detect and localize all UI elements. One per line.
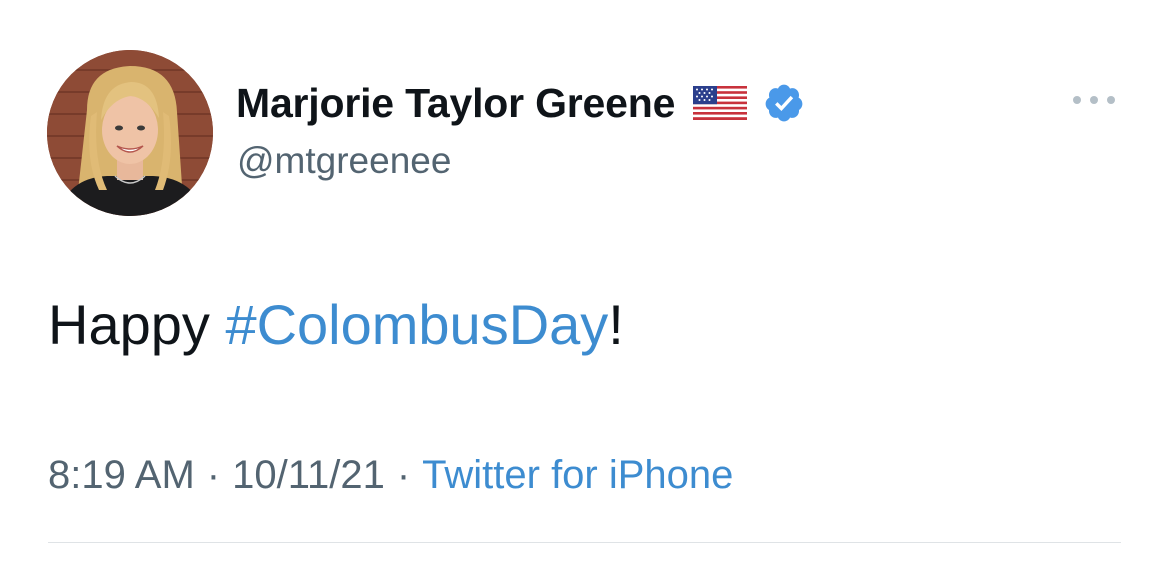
more-options-icon[interactable] [1068, 88, 1120, 112]
tweet-date[interactable]: 10/11/21 [232, 453, 385, 497]
author-name-row[interactable]: Marjorie Taylor Greene [236, 78, 805, 128]
avatar[interactable] [47, 50, 213, 216]
verified-badge-icon [765, 84, 803, 122]
meta-separator: · [396, 453, 411, 497]
tweet-source-link[interactable]: Twitter for iPhone [422, 453, 733, 497]
tweet-text-prefix: Happy [48, 293, 226, 356]
tweet-card: Marjorie Taylor Greene @mtgreenee Happy … [0, 0, 1169, 562]
avatar-image [47, 50, 213, 216]
divider [48, 542, 1121, 543]
author-handle[interactable]: @mtgreenee [237, 140, 451, 182]
tweet-time[interactable]: 8:19 AM [48, 453, 195, 497]
us-flag-icon [693, 86, 748, 120]
tweet-meta: 8:19 AM · 10/11/21 · Twitter for iPhone [48, 450, 733, 500]
meta-separator: · [206, 453, 221, 497]
author-display-name[interactable]: Marjorie Taylor Greene [236, 80, 675, 127]
tweet-text: Happy #ColombusDay! [48, 290, 624, 360]
tweet-text-suffix: ! [608, 293, 624, 356]
hashtag-link[interactable]: #ColombusDay [225, 293, 608, 356]
